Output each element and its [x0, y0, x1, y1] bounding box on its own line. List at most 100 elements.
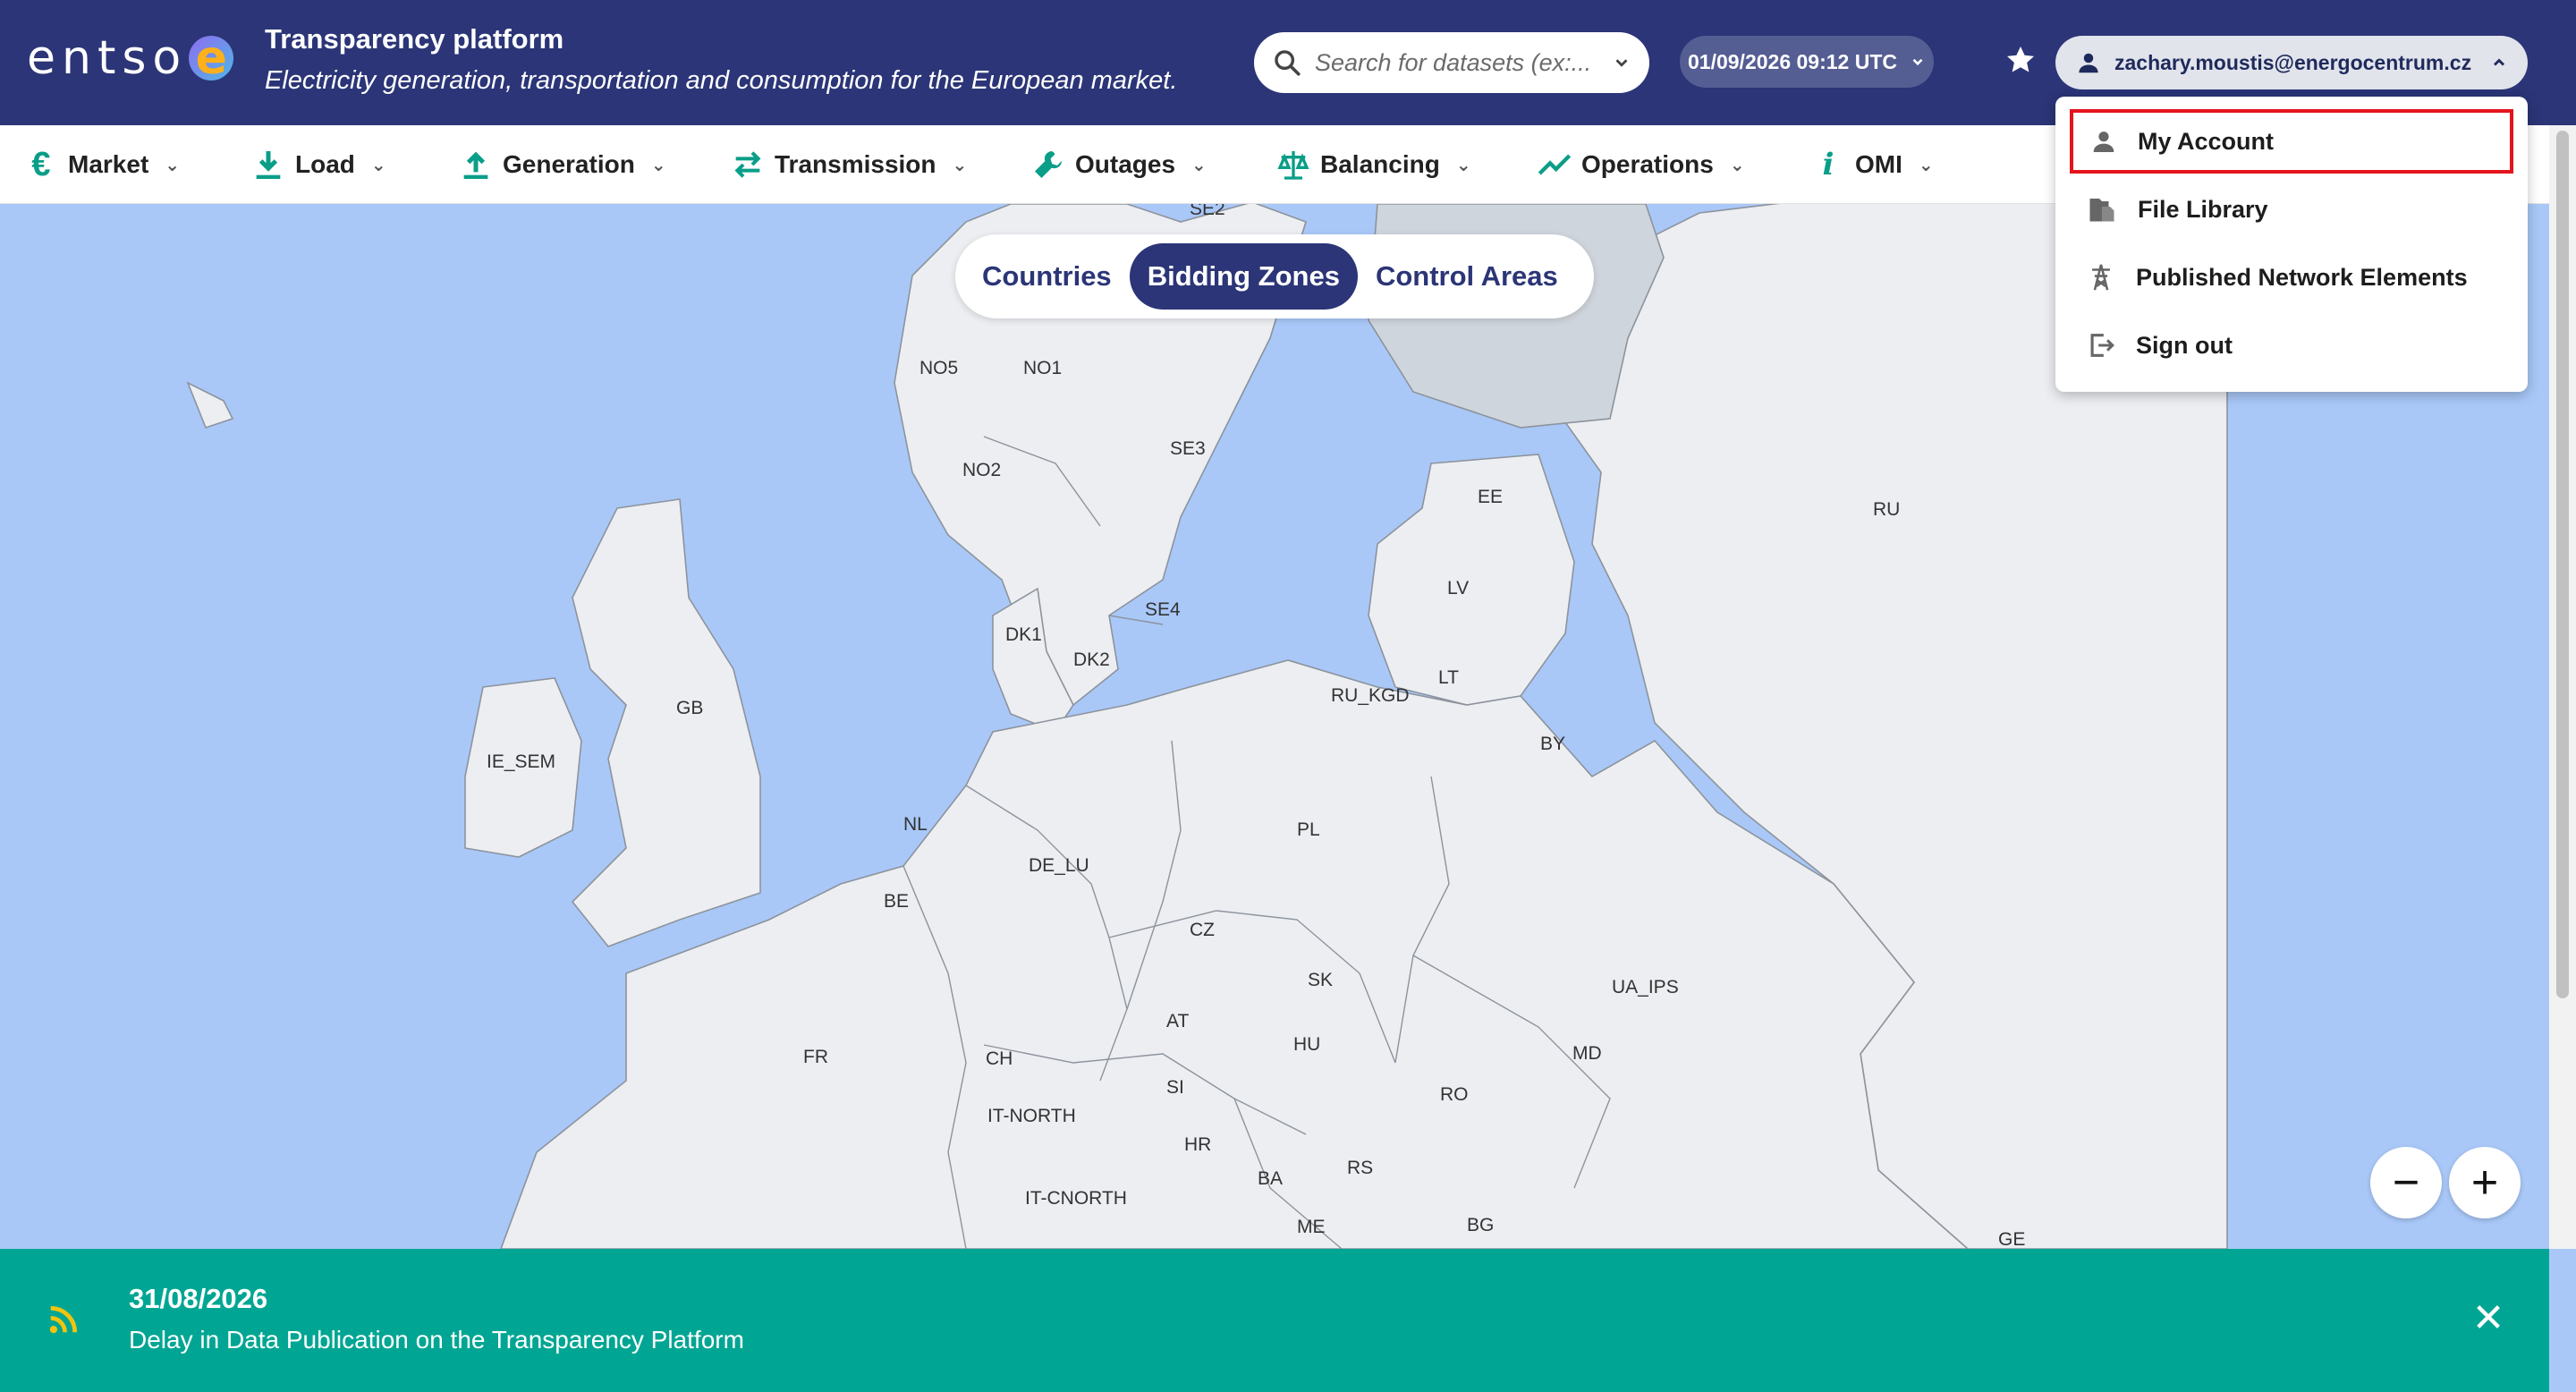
notification-message[interactable]: Delay in Data Publication on the Transpa… — [129, 1326, 744, 1354]
menu-file-library[interactable]: File Library — [2070, 177, 2513, 242]
search-icon — [1275, 50, 1301, 76]
zone-label[interactable]: HU — [1293, 1034, 1320, 1056]
nav-operations[interactable]: Operations ⌄ — [1537, 125, 1745, 204]
zone-label[interactable]: SE2 — [1190, 204, 1225, 220]
nav-market[interactable]: € Market ⌄ — [23, 125, 180, 204]
tower-icon — [2092, 264, 2110, 291]
zone-label[interactable]: NO5 — [919, 358, 958, 379]
zone-label[interactable]: GB — [676, 698, 703, 719]
nav-label: Transmission — [775, 150, 936, 178]
zone-label[interactable]: SK — [1308, 970, 1333, 991]
logo-text: entso — [27, 31, 188, 85]
zone-label[interactable]: DK1 — [1005, 624, 1042, 646]
zoom-out-button[interactable]: − — [2370, 1147, 2442, 1218]
zoom-in-button[interactable]: + — [2449, 1147, 2521, 1218]
account-menu: My Account File Library Published Networ… — [2055, 97, 2528, 392]
zone-label[interactable]: FR — [803, 1047, 828, 1068]
datetime-selector[interactable]: 01/09/2026 09:12 UTC — [1680, 36, 1934, 88]
nav-generation[interactable]: Generation ⌄ — [458, 125, 666, 204]
zone-label[interactable]: SI — [1166, 1077, 1184, 1099]
zone-label[interactable]: AT — [1166, 1011, 1189, 1032]
zone-label[interactable]: GE — [1998, 1229, 2025, 1249]
chevron-up-icon — [2493, 58, 2505, 66]
zone-label[interactable]: NL — [903, 814, 928, 836]
zone-label[interactable]: BA — [1258, 1168, 1283, 1190]
chevron-down-icon: ⌄ — [650, 155, 666, 175]
euro-icon: € — [31, 145, 51, 183]
nav-balancing[interactable]: Balancing ⌄ — [1275, 125, 1471, 204]
notification-date: 31/08/2026 — [129, 1283, 268, 1314]
page-title: Transparency platform — [265, 23, 564, 55]
entsoe-logo[interactable]: entso e — [27, 27, 234, 89]
zone-label[interactable]: DK2 — [1073, 649, 1110, 671]
zone-label[interactable]: IT-NORTH — [987, 1106, 1076, 1127]
zone-label[interactable]: PL — [1297, 819, 1320, 841]
notification-banner: 31/08/2026 Delay in Data Publication on … — [0, 1249, 2549, 1392]
zone-label[interactable]: MD — [1572, 1043, 1602, 1065]
zone-label[interactable]: SE3 — [1170, 438, 1206, 460]
search-input[interactable]: Search for datasets (ex:... — [1315, 49, 1612, 77]
person-icon — [2079, 53, 2098, 73]
person-icon — [2093, 132, 2114, 152]
chevron-down-icon: ⌄ — [370, 155, 386, 175]
nav-label: Balancing — [1320, 150, 1440, 178]
zone-label[interactable]: BY — [1540, 734, 1565, 755]
zone-label[interactable]: SE4 — [1145, 599, 1181, 621]
dataset-search[interactable]: Search for datasets (ex:... — [1254, 32, 1649, 93]
nav-label: Market — [68, 150, 149, 178]
nav-outages[interactable]: Outages ⌄ — [1030, 125, 1207, 204]
page-scrollbar[interactable] — [2549, 125, 2576, 1249]
chevron-down-icon[interactable] — [1612, 53, 1631, 72]
nav-omi[interactable]: i OMI ⌄ — [1810, 125, 1934, 204]
zone-label[interactable]: BG — [1467, 1215, 1494, 1236]
zone-label[interactable]: LV — [1447, 578, 1469, 599]
scrollbar-thumb[interactable] — [2556, 131, 2569, 998]
nav-label: Outages — [1075, 150, 1176, 178]
nav-transmission[interactable]: Transmission ⌄ — [730, 125, 967, 204]
zone-label[interactable]: NO2 — [962, 460, 1001, 481]
zone-label[interactable]: IT-CNORTH — [1025, 1188, 1127, 1210]
zone-label[interactable]: LT — [1438, 667, 1459, 689]
zone-label[interactable]: UA_IPS — [1612, 977, 1679, 998]
zone-label[interactable]: HR — [1184, 1134, 1211, 1156]
zone-label[interactable]: CH — [986, 1048, 1013, 1070]
chevron-down-icon: ⌄ — [1729, 155, 1745, 175]
user-account-button[interactable]: zachary.moustis@energocentrum.cz — [2055, 36, 2528, 89]
menu-my-account[interactable]: My Account — [2070, 109, 2513, 174]
zone-label[interactable]: BE — [884, 891, 909, 912]
download-icon — [256, 151, 281, 179]
chevron-down-icon: ⌄ — [952, 155, 968, 175]
zone-label[interactable]: IE_SEM — [487, 751, 555, 773]
menu-label: My Account — [2138, 127, 2275, 155]
menu-label: File Library — [2138, 195, 2268, 223]
toggle-control-areas[interactable]: Control Areas — [1358, 243, 1576, 310]
zone-label[interactable]: RO — [1440, 1084, 1469, 1106]
zone-label[interactable]: EE — [1478, 487, 1503, 508]
nav-label: Operations — [1581, 150, 1714, 178]
toggle-countries[interactable]: Countries — [964, 243, 1130, 310]
zone-label[interactable]: ME — [1297, 1217, 1326, 1238]
close-icon[interactable]: ✕ — [2469, 1299, 2508, 1338]
nav-load[interactable]: Load ⌄ — [250, 125, 386, 204]
zone-label[interactable]: RS — [1347, 1158, 1373, 1179]
favorites-star-icon[interactable] — [2004, 43, 2038, 77]
toggle-bidding-zones[interactable]: Bidding Zones — [1129, 243, 1358, 310]
zone-label[interactable]: NO1 — [1023, 358, 1062, 379]
map-view-toggle: Countries Bidding Zones Control Areas — [955, 234, 1594, 318]
rss-icon — [49, 1305, 78, 1334]
upload-icon — [463, 151, 488, 179]
datetime-label: 01/09/2026 09:12 UTC — [1688, 49, 1897, 73]
menu-sign-out[interactable]: Sign out — [2070, 313, 2513, 378]
nav-label: OMI — [1855, 150, 1902, 178]
zone-label[interactable]: RU_KGD — [1331, 685, 1410, 707]
logo-e-badge: e — [189, 31, 234, 85]
zone-label[interactable]: RU — [1873, 499, 1900, 521]
zone-label[interactable]: DE_LU — [1029, 855, 1089, 877]
chevron-down-icon: ⌄ — [1191, 155, 1207, 175]
chevron-down-icon — [1912, 58, 1923, 66]
chevron-down-icon: ⌄ — [1455, 155, 1471, 175]
menu-label: Sign out — [2136, 331, 2233, 359]
zone-label[interactable]: CZ — [1190, 920, 1215, 941]
files-icon — [2089, 199, 2114, 222]
menu-published-network-elements[interactable]: Published Network Elements — [2070, 245, 2513, 310]
